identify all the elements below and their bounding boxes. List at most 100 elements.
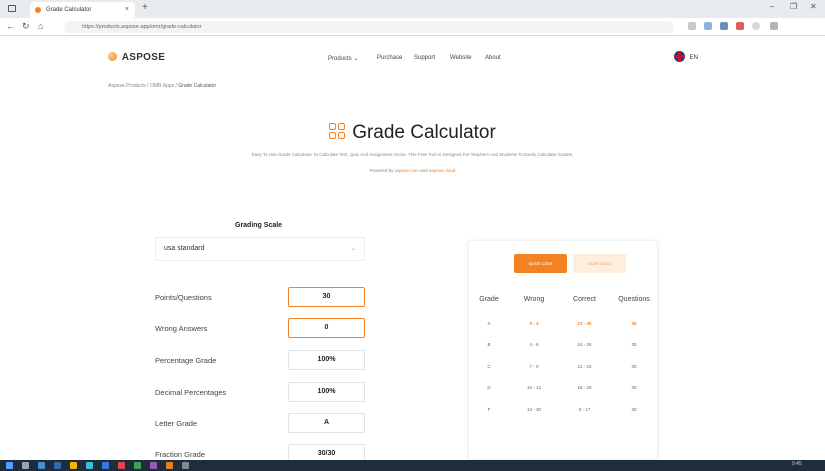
table-cell: A [487, 321, 491, 326]
aspose-logo[interactable]: ASPOSE [108, 52, 165, 63]
table-cell: C [487, 364, 491, 369]
app-icon[interactable] [166, 462, 173, 469]
app-icon[interactable] [54, 462, 61, 469]
new-tab-button[interactable]: + [142, 2, 148, 13]
table-cell: 0 - 17 [578, 407, 591, 412]
tab-actions-icon[interactable] [8, 5, 16, 12]
grading-scale-label: Grading Scale [235, 222, 283, 229]
menu-products[interactable]: Products ⌄ [328, 55, 358, 62]
powered-mid: and [418, 168, 429, 173]
percentage-grade-value: 100% [288, 350, 365, 370]
aspose-cloud-link[interactable]: aspose.cloud [429, 168, 456, 173]
menu-support[interactable]: Support [414, 55, 435, 61]
grading-scale-select[interactable]: usa standard ⌄ [155, 237, 365, 261]
app-icon[interactable] [150, 462, 157, 469]
app-icon[interactable] [134, 462, 141, 469]
tab-close-icon[interactable]: × [125, 2, 129, 18]
table-cell: 7 - 9 [529, 364, 539, 369]
menu-icon[interactable] [770, 22, 778, 30]
site-header: ASPOSE Products ⌄ Purchase Support Websi… [0, 47, 825, 69]
page-title: Grade Calculator [0, 122, 825, 144]
table-cell: 30 [631, 342, 637, 347]
scale-chart-button[interactable]: Scale Chart [573, 254, 626, 273]
table-cell: B [487, 342, 491, 347]
minimize-button[interactable]: – [770, 2, 774, 11]
profile-icon[interactable] [752, 22, 760, 30]
maximize-button[interactable]: ❐ [790, 2, 797, 11]
address-bar-row: ← ↻ ⌂ https://products.aspose.app/omr/gr… [0, 18, 825, 36]
browser-tab-bar: Grade Calculator × + – ❐ ✕ [0, 0, 825, 18]
letter-grade-row: Letter Grade A [155, 413, 365, 435]
app-icon[interactable] [102, 462, 109, 469]
table-cell: 13 - 30 [526, 407, 541, 412]
decimal-percentages-label: Decimal Percentages [155, 388, 227, 397]
table-cell: F [487, 407, 491, 412]
menu-about[interactable]: About [485, 55, 501, 61]
table-cell: 0 - 3 [529, 321, 539, 326]
wrong-answers-row: Wrong Answers 0 [155, 318, 365, 340]
table-cell: 30 [631, 385, 637, 390]
extension-icon[interactable] [704, 22, 712, 30]
breadcrumb-current: Grade Calculator [178, 83, 217, 89]
wrong-answers-input[interactable]: 0 [288, 318, 365, 338]
letter-grade-label: Letter Grade [155, 419, 198, 428]
percentage-grade-row: Percentage Grade 100% [155, 350, 365, 372]
header-correct: Correct [573, 296, 596, 303]
menu-products-label: Products [328, 56, 352, 62]
decimal-percentages-row: Decimal Percentages 100% [155, 382, 365, 404]
points-questions-row: Points/Questions 30 [155, 287, 365, 309]
table-cell: 30 [631, 364, 637, 369]
url-input[interactable]: https://products.aspose.app/omr/grade-ca… [64, 21, 674, 33]
wrong-answers-label: Wrong Answers [155, 324, 208, 333]
refresh-icon[interactable]: ↻ [22, 21, 30, 32]
chevron-down-icon: ⌄ [350, 246, 356, 252]
table-cell: 18 - 20 [577, 385, 592, 390]
grade-chart-card: Quick Chart Scale Chart Grade Wrong Corr… [468, 240, 658, 460]
app-icon[interactable] [182, 462, 189, 469]
table-cell: 4 - 6 [529, 342, 539, 347]
back-icon[interactable]: ← [6, 21, 15, 31]
table-cell: 27 - 30 [577, 321, 592, 326]
app-icon[interactable] [38, 462, 45, 469]
grading-scale-value: usa standard [164, 245, 205, 252]
table-cell: D [487, 385, 491, 390]
table-cell: 21 - 23 [577, 364, 592, 369]
menu-purchase[interactable]: Purchase [377, 55, 402, 61]
powered-by: Powered by aspose.com and aspose.cloud [0, 168, 825, 173]
letter-grade-value: A [288, 413, 365, 433]
extension-icon[interactable] [688, 22, 696, 30]
aspose-com-link[interactable]: aspose.com [395, 168, 419, 173]
aspose-logo-icon [108, 52, 117, 61]
browser-tab[interactable]: Grade Calculator × [30, 2, 135, 18]
breadcrumb: Aspose.Products / OMR Apps / Grade Calcu… [108, 83, 216, 89]
chevron-down-icon: ⌄ [353, 56, 359, 62]
page-subtitle: Easy To Use Grade Calculator To Calculat… [251, 152, 574, 157]
page-title-text: Grade Calculator [352, 122, 496, 143]
app-icon[interactable] [86, 462, 93, 469]
extension-icon[interactable] [720, 22, 728, 30]
table-cell: 30 [631, 407, 637, 412]
powered-prefix: Powered by [369, 168, 395, 173]
logo-text: ASPOSE [121, 52, 166, 63]
table-cell: 10 - 12 [526, 385, 541, 390]
close-window-button[interactable]: ✕ [810, 2, 817, 11]
search-icon[interactable] [22, 462, 29, 469]
home-icon[interactable]: ⌂ [38, 21, 43, 31]
percentage-grade-label: Percentage Grade [155, 356, 217, 365]
quick-chart-button[interactable]: Quick Chart [514, 254, 567, 273]
uk-flag-icon [674, 51, 685, 62]
favicon-icon [35, 7, 41, 13]
menu-website[interactable]: Website [450, 55, 472, 61]
breadcrumb-path[interactable]: Aspose.Products / OMR Apps / [108, 83, 178, 89]
language-label: EN [689, 55, 699, 61]
fraction-grade-label: Fraction Grade [155, 450, 206, 459]
start-icon[interactable] [6, 462, 13, 469]
header-grade: Grade [479, 296, 499, 303]
taskbar-clock[interactable]: 9:45 [792, 461, 802, 467]
extension-icon[interactable] [736, 22, 744, 30]
points-questions-input[interactable]: 30 [288, 287, 365, 307]
calculator-icon [329, 123, 346, 140]
language-selector[interactable]: EN [674, 51, 698, 62]
app-icon[interactable] [70, 462, 77, 469]
app-icon[interactable] [118, 462, 125, 469]
